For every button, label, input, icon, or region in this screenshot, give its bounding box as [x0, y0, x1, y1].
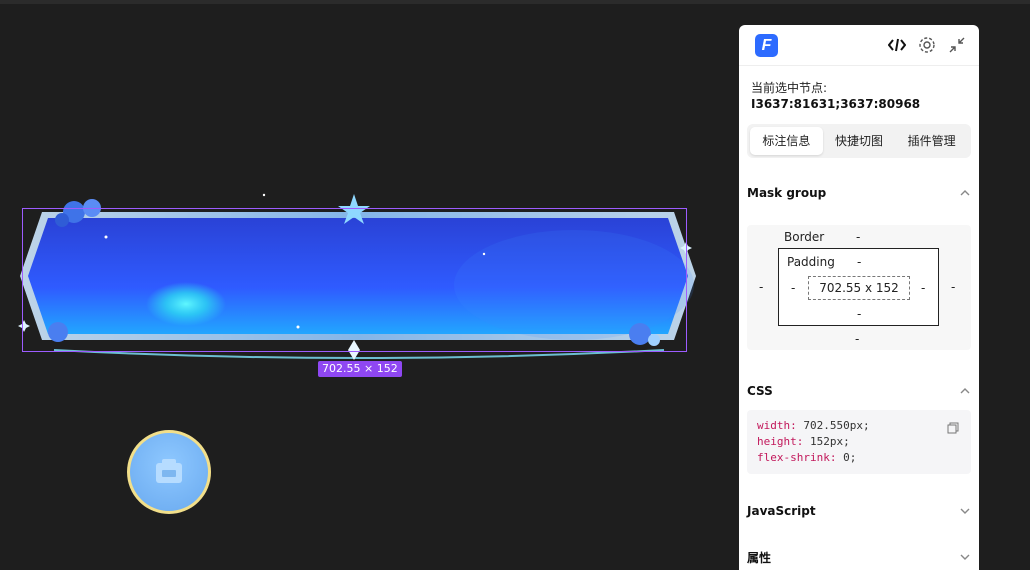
javascript-header[interactable]: JavaScript — [747, 501, 971, 521]
collapse-icon[interactable] — [947, 35, 967, 55]
css-prop: height: — [757, 435, 804, 448]
copy-icon[interactable] — [947, 422, 959, 434]
floating-action-button[interactable] — [127, 430, 211, 514]
selected-node-info: 当前选中节点: I3637:81631;3637:80968 — [739, 66, 979, 112]
node-id: I3637:81631;3637:80968 — [751, 97, 921, 111]
css-line: height: 152px; — [757, 434, 961, 450]
code-icon[interactable] — [887, 35, 907, 55]
tab-annotation[interactable]: 标注信息 — [750, 127, 823, 155]
padding-label: Padding — [787, 255, 835, 269]
border-label: Border — [784, 230, 825, 244]
tab-plugin-manage[interactable]: 插件管理 — [895, 127, 968, 155]
chevron-down-icon — [960, 554, 970, 560]
padding-left-value: - — [791, 281, 796, 295]
padding-right-value: - — [921, 281, 926, 295]
box-model: Border - - - - Padding - - - - 702.55 x … — [747, 225, 971, 350]
top-bar — [0, 0, 1030, 4]
padding-value: - — [857, 255, 862, 269]
css-header[interactable]: CSS — [747, 381, 971, 401]
node-label: 当前选中节点: — [751, 81, 828, 95]
margin-right-value: - — [951, 280, 956, 294]
padding-box: Padding - - - - 702.55 x 152 — [778, 248, 939, 326]
app-logo[interactable]: F — [755, 34, 778, 57]
css-value: 702.550px; — [796, 419, 870, 432]
css-value: 152px; — [803, 435, 850, 448]
tab-quick-slice[interactable]: 快捷切图 — [823, 127, 896, 155]
mask-group-title: Mask group — [747, 186, 827, 200]
css-code-block: width: 702.550px; height: 152px; flex-sh… — [747, 410, 971, 474]
frame-asset[interactable] — [14, 190, 704, 362]
javascript-title: JavaScript — [747, 504, 816, 518]
margin-left-value: - — [759, 280, 764, 294]
inspector-panel: F 当前选中节点: I3637:81631;3637:80968 标注信息 快捷… — [739, 25, 979, 570]
css-value: 0; — [836, 451, 857, 464]
chevron-up-icon — [960, 388, 970, 394]
settings-icon[interactable] — [917, 35, 937, 55]
chevron-up-icon — [960, 190, 970, 196]
plugin-icon — [156, 459, 182, 483]
size-badge: 702.55 × 152 — [318, 361, 402, 377]
attributes-title: 属性 — [747, 550, 772, 565]
css-prop: width: — [757, 419, 797, 432]
tab-bar: 标注信息 快捷切图 插件管理 — [747, 124, 971, 158]
padding-bottom-value: - — [857, 307, 862, 321]
mask-group-header[interactable]: Mask group — [747, 183, 971, 203]
content-size: 702.55 x 152 — [808, 276, 910, 300]
css-prop: flex-shrink: — [757, 451, 837, 464]
border-value: - — [856, 230, 861, 244]
panel-header: F — [739, 25, 979, 66]
attributes-header[interactable]: 属性 — [747, 547, 971, 567]
chevron-down-icon — [960, 508, 970, 514]
margin-bottom-value: - — [855, 332, 860, 346]
css-line: width: 702.550px; — [757, 418, 961, 434]
css-line: flex-shrink: 0; — [757, 450, 961, 466]
css-title: CSS — [747, 384, 773, 398]
